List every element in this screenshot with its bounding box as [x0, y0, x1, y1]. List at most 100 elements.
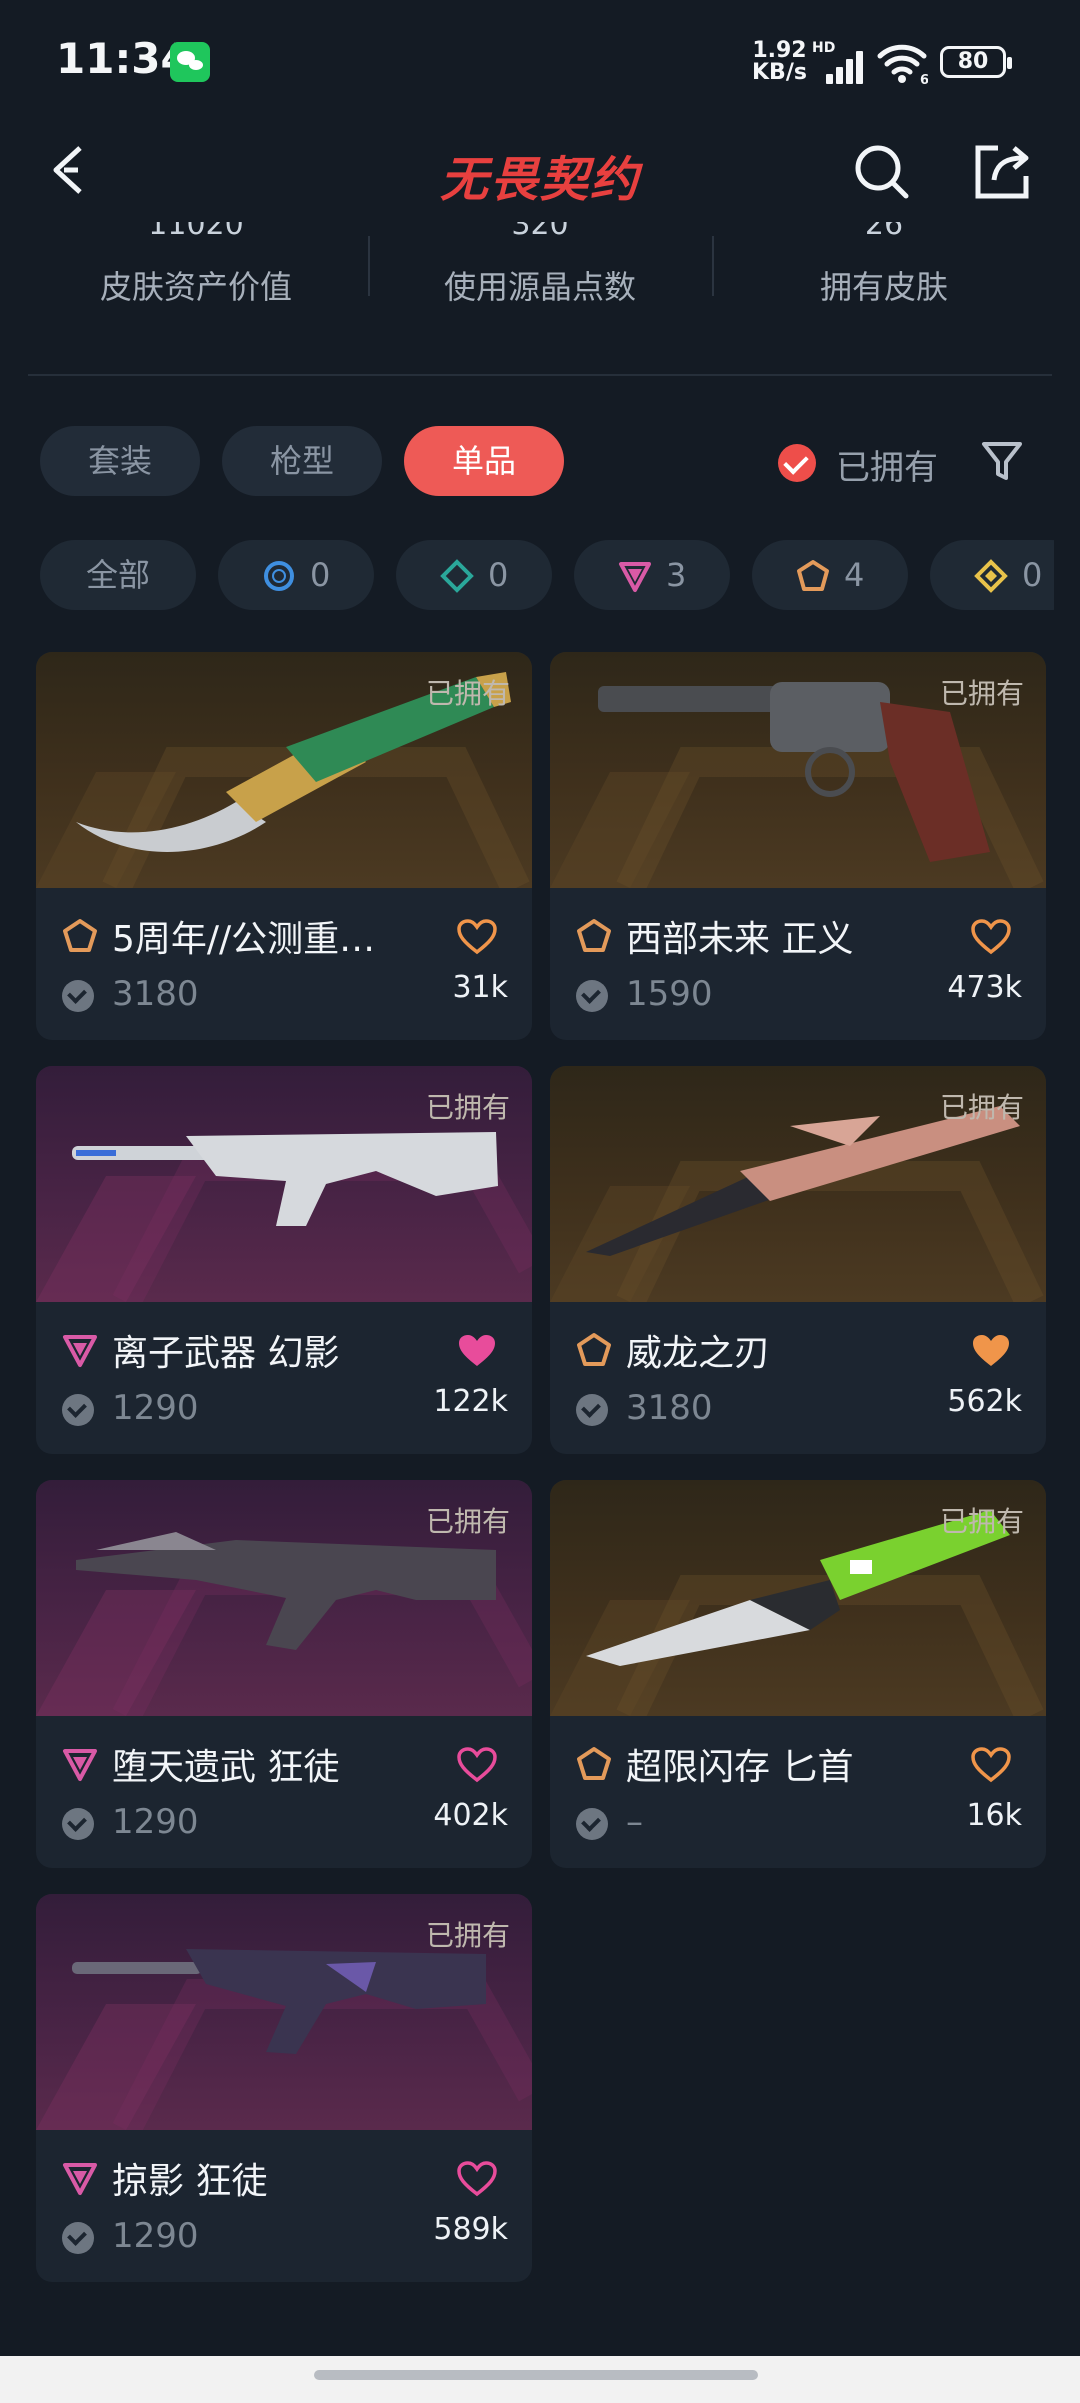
orange-pentagon-tier-icon — [577, 1333, 611, 1366]
like-count: 31k — [452, 970, 508, 1005]
battery-level: 80 — [957, 49, 989, 74]
checkmark-icon — [778, 444, 816, 482]
orange-pentagon-tier-icon — [577, 1747, 611, 1780]
status-bar: 11:34 1.92 KB/s HD 6 80 — [0, 0, 1080, 120]
skin-name: 5周年//公测重… — [112, 919, 376, 960]
wechat-notification-icon — [170, 42, 210, 82]
vp-currency-icon — [576, 980, 608, 1012]
tab-weapon-types[interactable]: 枪型 — [222, 426, 382, 496]
owned-label: 已拥有 — [425, 677, 510, 710]
skin-card[interactable]: 已拥有 西部未来 正义 1590 473k — [550, 652, 1046, 1040]
teal-diamond-tier-icon — [440, 559, 474, 593]
battery-icon: 80 — [940, 46, 1012, 78]
skin-name: 超限闪存 匕首 — [626, 1747, 854, 1788]
chip-tier-pink[interactable]: 3 — [574, 540, 730, 610]
divider — [712, 236, 714, 296]
owned-label: 已拥有 — [425, 1505, 510, 1538]
stat-owned-skins: 26 拥有皮肤 — [714, 222, 1054, 308]
stats-row: 11020 皮肤资产价值 320 使用源晶点数 26 拥有皮肤 — [0, 222, 1080, 314]
home-indicator[interactable] — [314, 2370, 758, 2380]
heart-filled-icon[interactable] — [970, 1332, 1012, 1370]
chip-tier-orange[interactable]: 4 — [752, 540, 908, 610]
heart-outline-icon[interactable] — [970, 1746, 1012, 1784]
skin-price: 1590 — [626, 974, 713, 1014]
blue-circle-tier-icon — [264, 561, 294, 591]
like-count: 589k — [433, 2212, 508, 2247]
skin-card[interactable]: 已拥有 离子武器 幻影 1290 122k — [36, 1066, 532, 1454]
chip-all[interactable]: 全部 — [40, 540, 196, 610]
tab-bundles[interactable]: 套装 — [40, 426, 200, 496]
tier-filter-chips: 全部 0 0 3 4 0 — [40, 540, 1054, 610]
stat-asset-value: 11020 皮肤资产价值 — [26, 222, 366, 308]
chip-tier-blue[interactable]: 0 — [218, 540, 374, 610]
orange-pentagon-tier-icon — [577, 919, 611, 952]
chip-label: 全部 — [85, 556, 150, 594]
app-logo-title: 无畏契约 — [439, 152, 640, 208]
network-speed-unit: KB/s — [752, 60, 807, 85]
like-count: 122k — [433, 1384, 508, 1419]
divider — [28, 374, 1052, 376]
skin-card[interactable]: 已拥有 5周年//公测重… 3180 31k — [36, 652, 532, 1040]
tab-single-items[interactable]: 单品 — [404, 426, 564, 496]
pink-triangle-tier-icon — [63, 1749, 97, 1781]
chip-count: 0 — [488, 556, 509, 594]
stat-label: 拥有皮肤 — [819, 268, 948, 306]
skin-price: 1290 — [112, 2216, 199, 2256]
chip-count: 0 — [1022, 556, 1043, 594]
owned-label: 已拥有 — [939, 1091, 1024, 1124]
skin-card[interactable]: 已拥有 堕天遗武 狂徒 1290 402k — [36, 1480, 532, 1868]
like-count: 402k — [433, 1798, 508, 1833]
skin-card[interactable]: 已拥有 威龙之刃 3180 562k — [550, 1066, 1046, 1454]
wifi-label: 6 — [920, 73, 928, 84]
heart-outline-icon[interactable] — [456, 2160, 498, 2198]
pink-triangle-tier-icon — [63, 1335, 97, 1367]
header: 无畏契约 — [0, 120, 1080, 220]
stat-points-used: 320 使用源晶点数 — [370, 222, 710, 308]
vp-currency-icon — [62, 1808, 94, 1840]
pink-triangle-tier-icon — [63, 2163, 97, 2195]
share-icon[interactable] — [972, 142, 1032, 202]
search-icon[interactable] — [852, 142, 912, 202]
stat-value: 11020 — [148, 222, 244, 240]
chip-count: 3 — [666, 556, 687, 594]
skin-name: 离子武器 幻影 — [112, 1333, 340, 1374]
owned-label: 已拥有 — [939, 677, 1024, 710]
pink-triangle-tier-icon — [619, 562, 651, 592]
skin-price: 3180 — [112, 974, 199, 1014]
skin-name: 威龙之刃 — [626, 1333, 771, 1374]
skin-name: 掠影 狂徒 — [112, 2161, 268, 2202]
heart-outline-icon[interactable] — [456, 918, 498, 956]
skin-name: 西部未来 正义 — [626, 919, 854, 960]
wifi-icon: 6 — [877, 44, 928, 84]
divider — [368, 236, 370, 296]
chip-tier-yellow[interactable]: 0 — [930, 540, 1054, 610]
stat-value: 26 — [864, 222, 904, 240]
like-count: 562k — [947, 1384, 1022, 1419]
skin-price: – — [626, 1802, 643, 1842]
skin-name: 堕天遗武 狂徒 — [112, 1747, 340, 1788]
owned-label: 已拥有 — [425, 1091, 510, 1124]
vp-currency-icon — [62, 2222, 94, 2254]
filter-icon[interactable] — [980, 436, 1024, 486]
yellow-diamond-tier-icon — [974, 559, 1008, 593]
heart-outline-icon[interactable] — [456, 1746, 498, 1784]
heart-filled-icon[interactable] — [456, 1332, 498, 1370]
chip-count: 0 — [310, 556, 331, 594]
vp-currency-icon — [576, 1394, 608, 1426]
chip-tier-teal[interactable]: 0 — [396, 540, 552, 610]
orange-pentagon-tier-icon — [797, 560, 829, 591]
owned-filter-label: 已拥有 — [836, 448, 938, 488]
heart-outline-icon[interactable] — [970, 918, 1012, 956]
like-count: 16k — [966, 1798, 1022, 1833]
skin-price: 1290 — [112, 1388, 199, 1428]
vp-currency-icon — [576, 1808, 608, 1840]
skin-card[interactable]: 已拥有 超限闪存 匕首 – 16k — [550, 1480, 1046, 1868]
signal-icon — [820, 48, 866, 84]
orange-pentagon-tier-icon — [63, 919, 97, 952]
network-speed-value: 1.92 — [752, 38, 807, 63]
owned-label: 已拥有 — [425, 1919, 510, 1952]
skin-price: 1290 — [112, 1802, 199, 1842]
skin-card[interactable]: 已拥有 掠影 狂徒 1290 589k — [36, 1894, 532, 2282]
vp-currency-icon — [62, 1394, 94, 1426]
network-speed: 1.92 KB/s — [752, 40, 807, 84]
